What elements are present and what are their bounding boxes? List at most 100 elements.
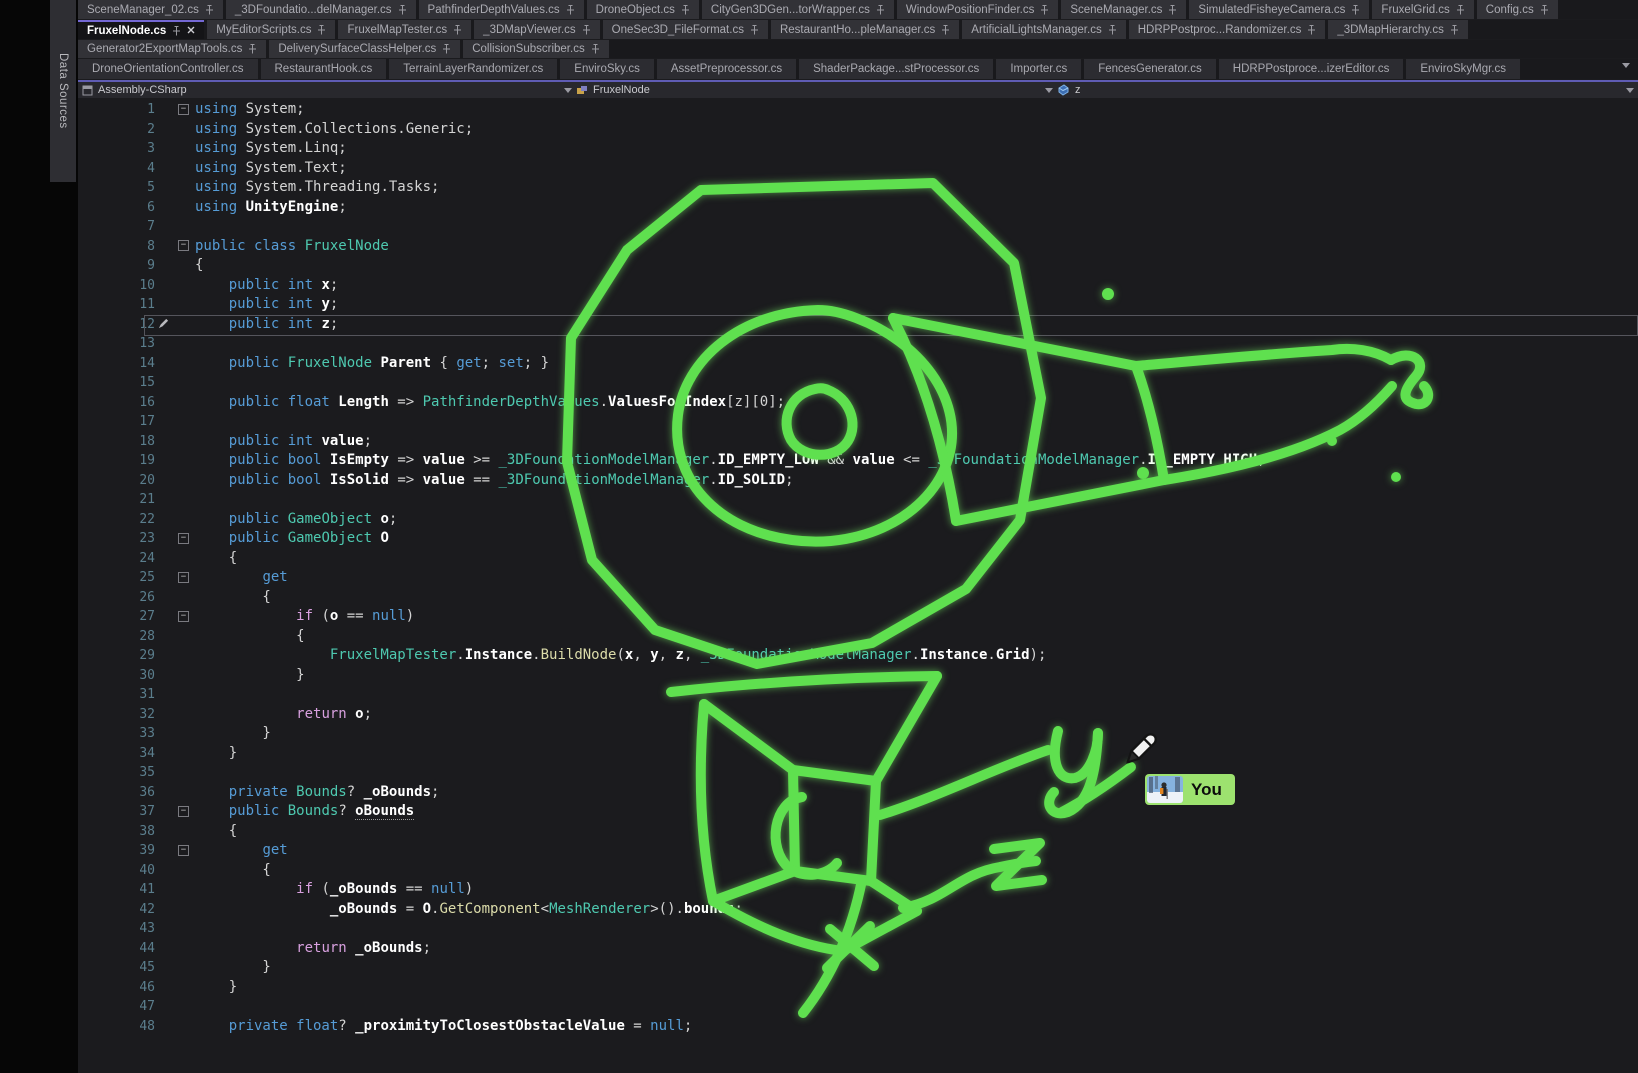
tab[interactable]: AssetPreprocessor.cs	[657, 59, 796, 79]
code-line[interactable]: 4using System.Text;	[78, 159, 1638, 179]
tab[interactable]: FencesGenerator.cs	[1084, 59, 1216, 79]
code-line[interactable]: 24 {	[78, 549, 1638, 569]
project-dropdown-arrow-icon[interactable]	[564, 88, 572, 93]
tab[interactable]: Config.cs	[1477, 0, 1558, 19]
code-line[interactable]: 34 }	[78, 744, 1638, 764]
tab[interactable]: HDRPPostproce...izerEditor.cs	[1219, 59, 1404, 79]
tab[interactable]: HDRPPostproc...Randomizer.cs	[1129, 20, 1326, 39]
code-line[interactable]: 48 private float? _proximityToClosestObs…	[78, 1017, 1638, 1037]
code-line[interactable]: 37− public Bounds? oBounds	[78, 802, 1638, 822]
code-line[interactable]: 40 {	[78, 861, 1638, 881]
tab[interactable]: SceneManager.cs	[1061, 0, 1186, 19]
pin-icon[interactable]	[1351, 5, 1360, 15]
pin-icon[interactable]	[941, 25, 950, 35]
code-line[interactable]: 44 return _oBounds;	[78, 939, 1638, 959]
pin-icon[interactable]	[248, 44, 257, 54]
code-line[interactable]: 21	[78, 490, 1638, 510]
code-line[interactable]: 32 return o;	[78, 705, 1638, 725]
code-line[interactable]: 27− if (o == null)	[78, 607, 1638, 627]
tab[interactable]: ShaderPackage...stProcessor.cs	[799, 59, 993, 79]
code-line[interactable]: 39− get	[78, 841, 1638, 861]
code-line[interactable]: 45 }	[78, 958, 1638, 978]
tab[interactable]: CollisionSubscriber.cs	[463, 40, 609, 58]
code-line[interactable]: 13	[78, 334, 1638, 354]
data-sources-vertical-tab[interactable]: Data Sources	[50, 0, 76, 182]
code-line[interactable]: 16 public float Length => PathfinderDept…	[78, 393, 1638, 413]
tab-active-FruxelNode.cs[interactable]: FruxelNode.cs	[78, 20, 204, 39]
code-line[interactable]: 30 }	[78, 666, 1638, 686]
fold-marker[interactable]: −	[178, 533, 189, 544]
tab[interactable]: _3DFoundatio...delManager.cs	[226, 0, 416, 19]
member-dropdown[interactable]: z	[1057, 82, 1622, 98]
code-line[interactable]: 6using UnityEngine;	[78, 198, 1638, 218]
code-line[interactable]: 28 {	[78, 627, 1638, 647]
code-line[interactable]: 20 public bool IsSolid => value == _3DFo…	[78, 471, 1638, 491]
code-line[interactable]: 3using System.Linq;	[78, 139, 1638, 159]
pin-icon[interactable]	[317, 25, 326, 35]
code-line[interactable]: 42 _oBounds = O.GetComponent<MeshRendere…	[78, 900, 1638, 920]
code-line[interactable]: 15	[78, 373, 1638, 393]
fold-marker[interactable]: −	[178, 806, 189, 817]
code-line[interactable]: 5using System.Threading.Tasks;	[78, 178, 1638, 198]
code-line[interactable]: 9{	[78, 256, 1638, 276]
code-line[interactable]: 11 public int y;	[78, 295, 1638, 315]
tab[interactable]: EnviroSkyMgr.cs	[1406, 59, 1520, 79]
tab[interactable]: MyEditorScripts.cs	[207, 20, 335, 39]
pin-icon[interactable]	[1108, 25, 1117, 35]
tab[interactable]: ArtificialLightsManager.cs	[962, 20, 1125, 39]
code-line[interactable]: 38 {	[78, 822, 1638, 842]
tab[interactable]: SimulatedFisheyeCamera.cs	[1189, 0, 1369, 19]
code-line[interactable]: 1−using System;	[78, 100, 1638, 120]
pin-icon[interactable]	[398, 5, 407, 15]
tab[interactable]: DeliverySurfaceClassHelper.cs	[269, 40, 460, 58]
code-line[interactable]: 25− get	[78, 568, 1638, 588]
fold-marker[interactable]: −	[178, 845, 189, 856]
code-line[interactable]: 35	[78, 763, 1638, 783]
type-dropdown-arrow-icon[interactable]	[1045, 88, 1053, 93]
project-dropdown[interactable]: Assembly-CSharp	[82, 82, 560, 98]
code-line[interactable]: 41 if (_oBounds == null)	[78, 880, 1638, 900]
code-line[interactable]: 19 public bool IsEmpty => value >= _3DFo…	[78, 451, 1638, 471]
tab[interactable]: _3DMapHierarchy.cs	[1328, 20, 1468, 39]
pin-icon[interactable]	[1168, 5, 1177, 15]
code-line[interactable]: 18 public int value;	[78, 432, 1638, 452]
tab[interactable]: EnviroSky.cs	[560, 59, 654, 79]
fold-marker[interactable]: −	[178, 572, 189, 583]
pin-icon[interactable]	[1540, 5, 1549, 15]
tab[interactable]: RestaurantHo...pleManager.cs	[771, 20, 959, 39]
code-line[interactable]: 29 FruxelMapTester.Instance.BuildNode(x,…	[78, 646, 1638, 666]
tab[interactable]: PathfinderDepthValues.cs	[419, 0, 584, 19]
tab[interactable]: Importer.cs	[996, 59, 1081, 79]
pin-icon[interactable]	[442, 44, 451, 54]
code-line[interactable]: 22 public GameObject o;	[78, 510, 1638, 530]
pin-icon[interactable]	[1307, 25, 1316, 35]
code-line[interactable]: 7	[78, 217, 1638, 237]
pin-icon[interactable]	[582, 25, 591, 35]
code-line[interactable]: 33 }	[78, 724, 1638, 744]
tab[interactable]: Generator2ExportMapTools.cs	[78, 40, 266, 58]
code-line[interactable]: 12 public int z;	[78, 315, 1638, 335]
tab[interactable]: FruxelGrid.cs	[1372, 0, 1473, 19]
code-line[interactable]: 2using System.Collections.Generic;	[78, 120, 1638, 140]
pin-icon[interactable]	[205, 5, 214, 15]
tab[interactable]: _3DMapViewer.cs	[474, 20, 599, 39]
close-icon[interactable]	[187, 25, 195, 37]
code-line[interactable]: 46 }	[78, 978, 1638, 998]
code-line[interactable]: 10 public int x;	[78, 276, 1638, 296]
tab-overflow-icon[interactable]	[1622, 63, 1630, 68]
fold-marker[interactable]: −	[178, 611, 189, 622]
tab[interactable]: OneSec3D_FileFormat.cs	[603, 20, 768, 39]
code-line[interactable]: 43	[78, 919, 1638, 939]
fold-marker[interactable]: −	[178, 104, 189, 115]
tab[interactable]: CityGen3DGen...torWrapper.cs	[702, 0, 894, 19]
tab[interactable]: FruxelMapTester.cs	[338, 20, 471, 39]
tab[interactable]: RestaurantHook.cs	[261, 59, 387, 79]
tab[interactable]: WindowPositionFinder.cs	[897, 0, 1058, 19]
code-line[interactable]: 31	[78, 685, 1638, 705]
code-line[interactable]: 23− public GameObject O	[78, 529, 1638, 549]
pin-icon[interactable]	[1456, 5, 1465, 15]
code-line[interactable]: 17	[78, 412, 1638, 432]
pin-icon[interactable]	[566, 5, 575, 15]
pin-icon[interactable]	[172, 26, 181, 36]
pin-icon[interactable]	[1450, 25, 1459, 35]
